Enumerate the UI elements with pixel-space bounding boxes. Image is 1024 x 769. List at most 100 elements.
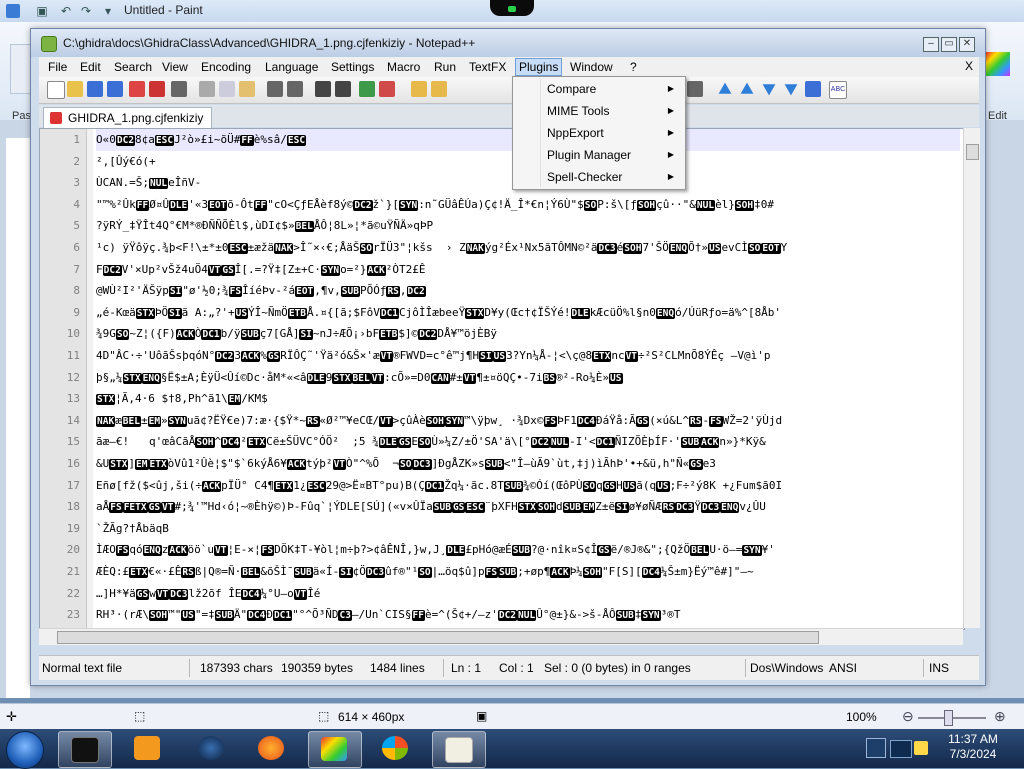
clock[interactable]: 11:37 AM 7/3/2024	[928, 732, 1018, 762]
sync-vertical-icon[interactable]	[411, 81, 427, 97]
editor-line[interactable]: ?ÿRÝ_‡ŸÎt4Q°€M*®ÐÑÑÕÈl$,ùDI¢$»BELÅÔ¦8L»¦…	[96, 215, 960, 237]
menu-search[interactable]: Search	[111, 59, 155, 75]
minimize-button[interactable]: –	[923, 37, 939, 52]
menu-item-nppexport[interactable]: NppExport ▶	[514, 122, 684, 144]
toolbar-icon[interactable]	[687, 81, 703, 97]
taskbar-firefox[interactable]	[246, 731, 298, 766]
taskbar-notepadpp[interactable]	[432, 731, 486, 768]
notepadpp-app-icon[interactable]	[41, 36, 57, 52]
taskbar-network[interactable]	[186, 731, 238, 766]
playback-macro-icon[interactable]	[761, 81, 777, 97]
editor-line[interactable]: FDC2V'×Up²vŠž4uÖ4VT GSÎ[.=?Ÿ‡[Z±+C·SYNo=²…	[96, 259, 960, 281]
run-macro-multiple-icon[interactable]	[783, 81, 799, 97]
horizontal-scrollbar[interactable]	[39, 628, 963, 645]
menu-item-mime-tools[interactable]: MIME Tools ▶	[514, 100, 684, 122]
menu-edit[interactable]: Edit	[77, 59, 104, 75]
volume-icon[interactable]	[914, 741, 928, 755]
redo-icon[interactable]: ↷	[78, 3, 94, 19]
editor-line[interactable]: ¹c) ÿŸôÿç.¾þ<F!\±*±0ESC±æžäNAK>Î˜×‹€;ÅäŠ…	[96, 237, 960, 259]
close-document-button[interactable]: X	[965, 59, 973, 73]
record-macro-icon[interactable]	[740, 82, 754, 94]
taskbar-terminal[interactable]	[58, 731, 112, 768]
cut-icon[interactable]	[199, 81, 215, 97]
taskbar-media-player[interactable]	[122, 731, 174, 766]
undo-icon[interactable]	[267, 81, 283, 97]
editor-line[interactable]: RH³·(rÆ\SOH™"US"=‡SUBÄ"DC4ÐDC1"°^Õ³ÑDC3—…	[96, 604, 960, 626]
editor-line[interactable]: &USTX]EM ETXòVû1²Ûè¦$"$`6kýÅ6¥ACKtýþ²VTÒ"…	[96, 453, 960, 475]
replace-icon[interactable]	[335, 81, 351, 97]
stop-recording-icon[interactable]	[718, 82, 732, 94]
menu-settings[interactable]: Settings	[328, 59, 377, 75]
editor-line[interactable]: 4D"ÂC·÷'UôãŠsþqóN°DC23ACK%GSRÏÔÇ˜'Ÿä²ó&Š…	[96, 345, 960, 367]
editor-line[interactable]: …]H*¥äGSwVT DC3lž2õf ÎEDC4¼°U—oVTÎé	[96, 583, 960, 605]
taskbar-paint[interactable]	[308, 731, 362, 768]
editor-line[interactable]: aÅFS FETX GS VT#;¾'™Hd‹ó¦~®Èhÿ©)Þ-Fûq`¦ÝDLE…	[96, 496, 960, 518]
paint-canvas[interactable]	[6, 138, 30, 698]
notepadpp-titlebar[interactable]: C:\ghidra\docs\GhidraClass\Advanced\GHID…	[31, 29, 985, 57]
edit-colors-icon[interactable]	[986, 52, 1010, 76]
menu-item-spell-checker[interactable]: Spell-Checker ▶	[514, 166, 684, 188]
editor-line[interactable]: „é-KœäSTXÞÖSIã A:„?'+USÝÎ~ÑmÖETBÅ.¤{[ã;$…	[96, 302, 960, 324]
menu-language[interactable]: Language	[262, 59, 321, 75]
editor-line[interactable]: NAKæBEL±EM»SYNuã¢?ËŸ€e)7:æ·{$Ÿ*~RS«Ø²™¥e…	[96, 410, 960, 432]
zoom-out-icon[interactable]	[379, 81, 395, 97]
editor-line[interactable]: ÌÆOFSqóENQzACKöö`uVT¦E-×¦FSDÖK‡T-¥òl¦m÷þ…	[96, 539, 960, 561]
editor-line[interactable]: @WÙ²I²'ÄŠÿpSI"ø'½0;¾FSÎíéÞv-²áEOT,¶v,SUB…	[96, 280, 960, 302]
zoom-in-button[interactable]: ⊕	[994, 708, 1006, 725]
menu-window[interactable]: Window	[567, 59, 616, 75]
save-all-icon[interactable]	[107, 81, 123, 97]
new-file-icon[interactable]	[47, 81, 65, 99]
editor-line[interactable]: ãæ–€! q'œâCãÅSOH^DC4²ETXCë±ŠÜVC°ÓÖ² ;5 ¾…	[96, 431, 960, 453]
taskbar-windows[interactable]	[370, 731, 422, 766]
start-button[interactable]	[6, 731, 44, 769]
editor-line[interactable]: `ŽÃg?†ÅbäqB	[96, 518, 960, 540]
menu-view[interactable]: View	[159, 59, 191, 75]
editor-line[interactable]: STX¦Ã,4·6 $†8,Ph^ã1\EM/KM$	[96, 388, 960, 410]
zoom-in-icon[interactable]	[359, 81, 375, 97]
open-file-icon[interactable]	[67, 81, 83, 97]
menu-item-compare[interactable]: Compare ▶	[514, 78, 684, 100]
sync-horizontal-icon[interactable]	[431, 81, 447, 97]
menu-macro[interactable]: Macro	[384, 59, 423, 75]
find-icon[interactable]	[315, 81, 331, 97]
print-icon[interactable]	[171, 81, 187, 97]
save-icon[interactable]	[87, 81, 103, 97]
file-tab[interactable]: GHIDRA_1.png.cjfenkiziy	[43, 107, 213, 128]
save-macro-icon[interactable]	[805, 81, 821, 97]
action-center-icon[interactable]	[866, 738, 886, 758]
vertical-scrollbar[interactable]	[963, 128, 980, 628]
redo-icon[interactable]	[287, 81, 303, 97]
network-icon[interactable]	[890, 740, 912, 758]
editor-line[interactable]: ÆÈQ:£ETX€«·£ÊRSß|Q®=Ñ·BEL&õŠÌ¯SUBä«Í-SI¢…	[96, 561, 960, 583]
horizontal-scroll-thumb[interactable]	[57, 631, 819, 644]
undo-icon[interactable]: ↶	[58, 3, 74, 19]
control-char-token: US	[234, 307, 249, 319]
close-button[interactable]: ✕	[959, 37, 975, 52]
editor-line[interactable]: "™%²ÛkFFØ¤ÛDLE'«3EOTõ-ÔtFF"cO<ÇƒEÅèf8ý©D…	[96, 194, 960, 216]
menu-file[interactable]: File	[45, 59, 70, 75]
editor-line[interactable]: þ§„¼STX ENQ§Ë$±A;ÈÿÜ<Ûí©Dc·åM*«<âDLE9STX B…	[96, 367, 960, 389]
paint-app-icon[interactable]	[6, 4, 20, 18]
close-file-icon[interactable]	[129, 81, 145, 97]
spell-check-icon[interactable]: ABC	[829, 81, 847, 99]
editor-line[interactable]: ¾9GSO~Z¦({F)ACKÒDC1b/ÿSUBç7[GÅ]SI~nJ÷ÆÕ¡…	[96, 323, 960, 345]
editor[interactable]: 1 2 3 4 5 6 7 8 9 10 11 12 13 14 15 16 17 18 19 20 21 22 23 O«…	[39, 128, 965, 630]
zoom-out-button[interactable]: ⊖	[902, 708, 914, 725]
save-icon[interactable]: ▣	[34, 3, 50, 19]
menu-encoding[interactable]: Encoding	[198, 59, 254, 75]
editor-line[interactable]: Eñø[fž($<ûj,ši(÷ACKpÏÜ° C4¶ETX1¿ESC29@>Ë…	[96, 475, 960, 497]
quick-access-dropdown-icon[interactable]: ▾	[100, 3, 116, 19]
control-char-token: STX	[96, 394, 116, 406]
maximize-button[interactable]: ▭	[941, 37, 957, 52]
menu-help[interactable]: ?	[627, 59, 640, 75]
close-all-icon[interactable]	[149, 81, 165, 97]
copy-icon[interactable]	[219, 81, 235, 97]
menu-plugins[interactable]: Plugins	[515, 58, 563, 76]
vertical-scroll-thumb[interactable]	[966, 144, 979, 160]
editor-text[interactable]: O«0DC28¢aESCJ²ò»£i~õÜ#FFè%sâ/ESC ²,[Ûý€ó(…	[96, 129, 960, 629]
paste-icon[interactable]	[239, 81, 255, 97]
menu-run[interactable]: Run	[431, 59, 459, 75]
menu-textfx[interactable]: TextFX	[466, 59, 509, 75]
zoom-slider-thumb[interactable]	[944, 710, 953, 726]
menu-item-plugin-manager[interactable]: Plugin Manager ▶	[514, 144, 684, 166]
